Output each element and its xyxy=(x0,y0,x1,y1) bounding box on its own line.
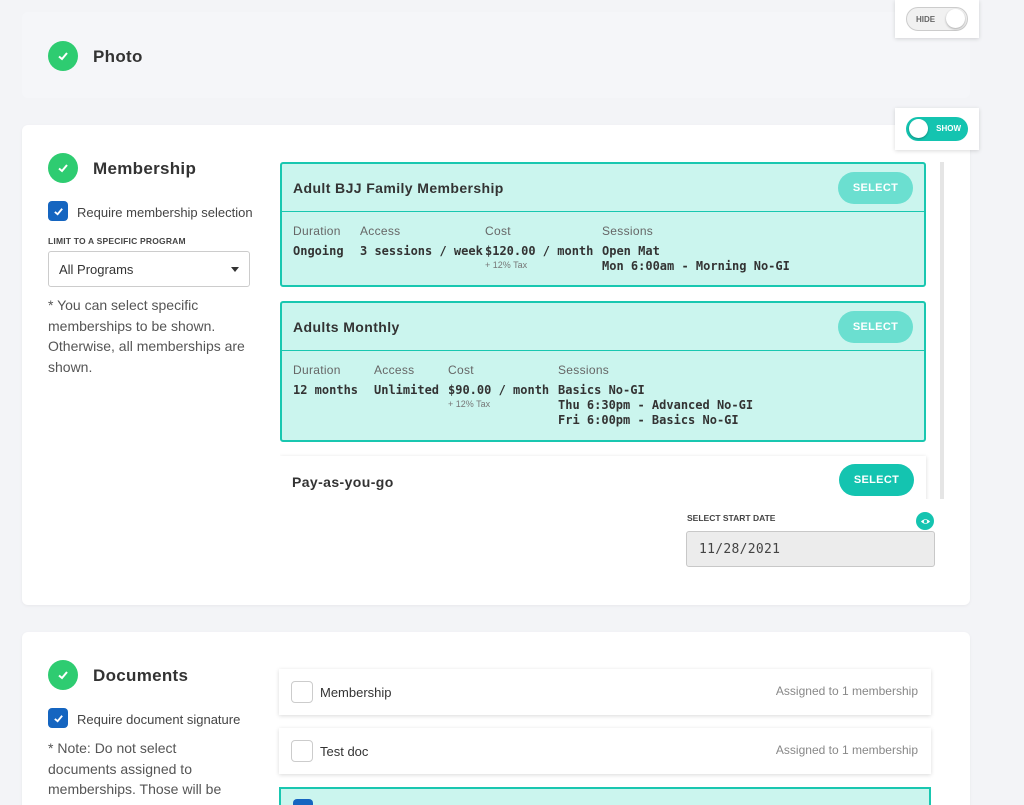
program-select[interactable]: All Programs xyxy=(48,251,250,287)
check-icon xyxy=(48,41,78,71)
checkbox-check-icon xyxy=(53,714,63,723)
membership-plan-card[interactable]: Adults Monthly SELECT Duration 12 months… xyxy=(280,301,926,442)
plan-name: Adult BJJ Family Membership xyxy=(293,180,504,196)
plan-access: Access Unlimited xyxy=(374,363,440,397)
photo-visibility-toggle[interactable]: HIDE xyxy=(906,7,968,31)
documents-note: * Note: Do not select documents assigned… xyxy=(48,740,222,805)
photo-visibility-card: HIDE xyxy=(895,0,979,38)
membership-plan-card[interactable]: Adult BJJ Family Membership SELECT Durat… xyxy=(280,162,926,287)
toggle-label: HIDE xyxy=(916,15,936,24)
document-name: Membership xyxy=(320,685,392,700)
session-item: Mon 6:00am - Morning No-GI xyxy=(602,259,790,273)
section-title-photo: Photo xyxy=(93,47,143,66)
toggle-label: SHOW xyxy=(936,124,961,133)
require-membership-label: Require membership selection xyxy=(77,205,253,220)
membership-plan-list[interactable]: Adult BJJ Family Membership SELECT Durat… xyxy=(280,162,945,499)
program-select-value: All Programs xyxy=(59,261,134,277)
photo-section: Photo xyxy=(22,12,970,98)
document-assigned: Assigned to 1 membership xyxy=(775,743,918,757)
plan-access: Access 3 sessions / week xyxy=(360,224,483,258)
plan-header: Adult BJJ Family Membership SELECT xyxy=(282,164,924,212)
document-name: Test doc xyxy=(320,744,369,759)
start-date-label: SELECT START DATE xyxy=(687,513,776,523)
toggle-knob xyxy=(946,9,965,28)
plan-name: Pay-as-you-go xyxy=(292,474,394,490)
select-plan-button[interactable]: SELECT xyxy=(838,311,913,343)
plan-cost: Cost $120.00 / month + 12% Tax xyxy=(485,224,594,270)
membership-plan-card[interactable]: Pay-as-you-go SELECT xyxy=(280,456,926,499)
checkbox-check-icon xyxy=(53,207,63,216)
document-assigned: Assigned to 1 membership xyxy=(775,684,918,698)
eye-icon[interactable] xyxy=(916,512,934,530)
chevron-down-icon xyxy=(231,267,239,272)
limit-program-label: LIMIT TO A SPECIFIC PROGRAM xyxy=(48,236,186,246)
check-icon xyxy=(48,153,78,183)
document-item[interactable]: Membership Assigned to 1 membership xyxy=(279,669,931,715)
documents-section: Documents Require document signature * N… xyxy=(22,632,970,805)
membership-visibility-toggle[interactable]: SHOW xyxy=(906,117,968,141)
require-document-label: Require document signature xyxy=(77,712,241,727)
membership-note: * You can select specific memberships to… xyxy=(48,297,245,375)
document-checkbox-checked[interactable] xyxy=(293,799,313,805)
plan-list-scrollbar[interactable] xyxy=(940,162,944,499)
session-item: Open Mat xyxy=(602,244,660,258)
plan-duration: Duration 12 months xyxy=(293,363,359,397)
membership-visibility-card: SHOW xyxy=(895,108,979,150)
session-item: Thu 6:30pm - Advanced No-GI xyxy=(558,398,754,412)
document-item[interactable]: Test doc Assigned to 1 membership xyxy=(279,728,931,774)
plan-cost: Cost $90.00 / month + 12% Tax xyxy=(448,363,550,409)
plan-duration: Duration Ongoing xyxy=(293,224,344,258)
select-plan-button[interactable]: SELECT xyxy=(839,464,914,496)
start-date-input[interactable]: 11/28/2021 xyxy=(686,531,935,567)
section-title-documents: Documents xyxy=(93,666,189,685)
select-plan-button[interactable]: SELECT xyxy=(838,172,913,204)
session-item: Fri 6:00pm - Basics No-GI xyxy=(558,413,739,427)
plan-sessions: Sessions Open Mat Mon 6:00am - Morning N… xyxy=(602,224,790,273)
plan-header: Adults Monthly SELECT xyxy=(282,303,924,351)
check-icon xyxy=(48,660,78,690)
section-title-membership: Membership xyxy=(93,159,197,178)
document-item-selected[interactable] xyxy=(279,787,931,805)
document-checkbox[interactable] xyxy=(291,681,313,703)
toggle-knob xyxy=(909,119,928,138)
require-document-checkbox[interactable] xyxy=(48,708,68,728)
require-membership-checkbox[interactable] xyxy=(48,201,68,221)
plan-name: Adults Monthly xyxy=(293,319,400,335)
document-checkbox[interactable] xyxy=(291,740,313,762)
session-item: Basics No-GI xyxy=(558,383,645,397)
plan-sessions: Sessions Basics No-GI Thu 6:30pm - Advan… xyxy=(558,363,754,427)
